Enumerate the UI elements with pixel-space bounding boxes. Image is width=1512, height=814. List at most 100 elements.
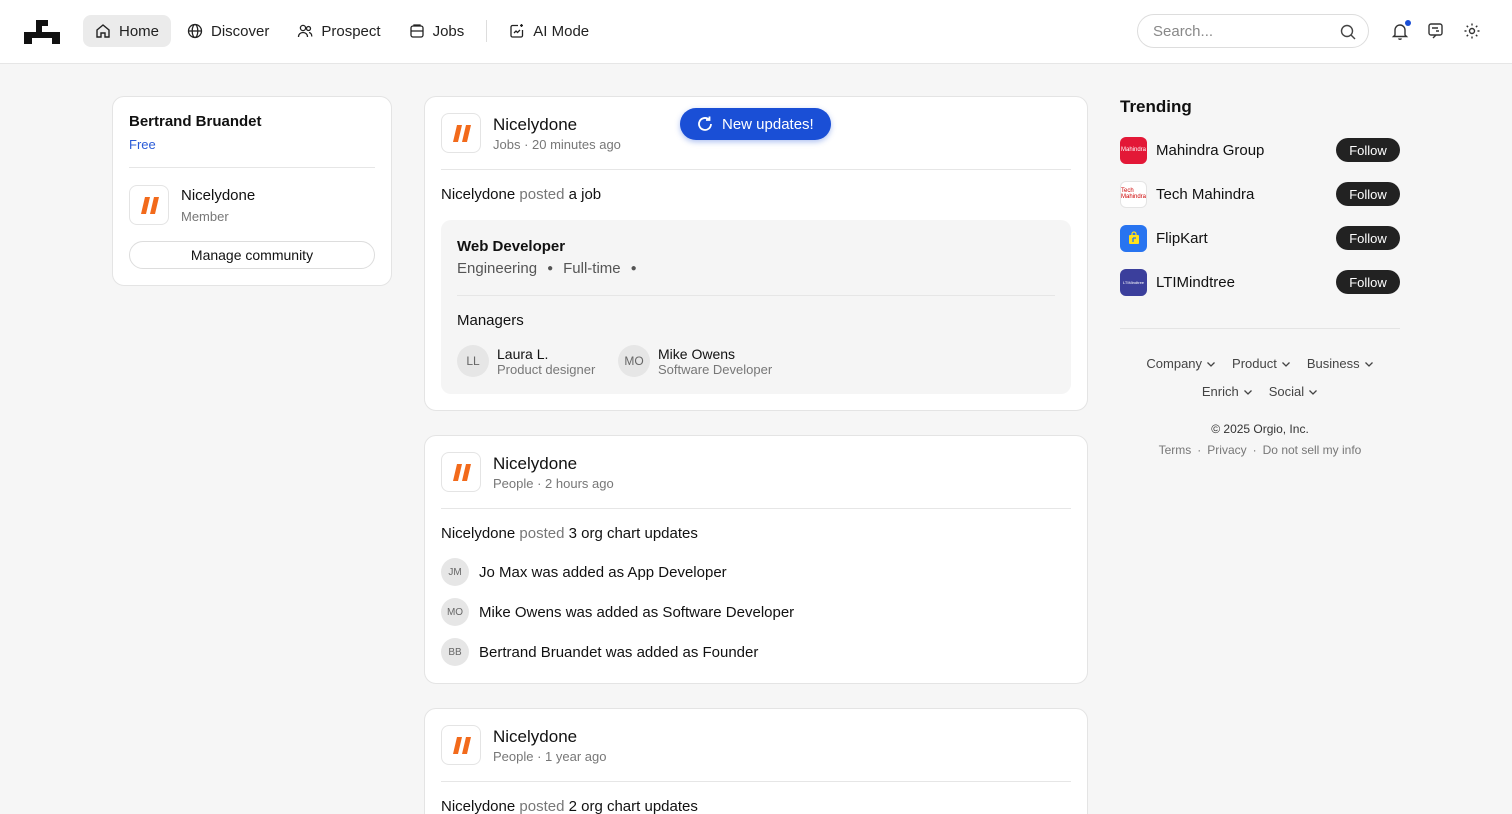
home-icon: [96, 24, 110, 38]
search-box[interactable]: [1137, 14, 1369, 48]
nav-prospect[interactable]: Prospect: [285, 15, 392, 47]
chat-switch-icon[interactable]: [1427, 22, 1445, 40]
trending-item[interactable]: FlipKart Follow: [1120, 224, 1400, 252]
post-author-logo[interactable]: [441, 725, 481, 765]
top-bar: Home Discover Prospect Jobs AI Mode: [0, 0, 1512, 64]
org-update-item[interactable]: JM Jo Max was added as App Developer: [441, 558, 727, 586]
nav-ai-mode[interactable]: AI Mode: [497, 15, 601, 47]
update-person-name[interactable]: Bertrand Bruandet: [479, 644, 602, 661]
post-summary: Nicelydone posted a job: [441, 186, 601, 203]
legal-separator: ·: [1197, 443, 1202, 457]
notification-dot: [1405, 20, 1411, 26]
gear-icon[interactable]: [1463, 22, 1481, 40]
trending-item[interactable]: LTIMindtree LTIMindtree Follow: [1120, 268, 1400, 296]
update-text: was added as Founder: [605, 643, 759, 661]
post-author-logo[interactable]: [441, 113, 481, 153]
company-name[interactable]: Mahindra Group: [1156, 142, 1264, 159]
job-divider: [457, 295, 1055, 296]
feed-post-job: Nicelydone Jobs · 20 minutes ago Nicelyd…: [424, 96, 1088, 411]
org-logo[interactable]: [129, 185, 169, 225]
update-person-name[interactable]: Jo Max: [479, 564, 527, 581]
post-divider: [441, 508, 1071, 509]
nav-home-label: Home: [119, 22, 160, 40]
job-title[interactable]: Web Developer: [457, 238, 565, 255]
update-text: was added as App Developer: [531, 563, 727, 581]
follow-button[interactable]: Follow: [1336, 138, 1400, 162]
feed-post-org-updates: Nicelydone People · 1 year ago Nicelydon…: [424, 708, 1088, 814]
nav-ai-mode-label: AI Mode: [533, 22, 590, 40]
do-not-sell-link[interactable]: Do not sell my info: [1263, 443, 1362, 457]
nav-home[interactable]: Home: [83, 15, 172, 47]
post-summary-author[interactable]: Nicelydone: [441, 186, 515, 203]
chevron-down-icon: [1243, 389, 1252, 395]
avatar: MO: [441, 598, 469, 626]
post-divider: [441, 169, 1071, 170]
post-divider: [441, 781, 1071, 782]
nav-discover-label: Discover: [211, 22, 270, 40]
footer-menu-company[interactable]: Company: [1146, 356, 1216, 371]
footer-menu-product[interactable]: Product: [1232, 356, 1291, 371]
avatar: MO: [618, 345, 650, 377]
tag-separator-dot: ●: [630, 263, 637, 274]
trending-item[interactable]: Tech Mahindra Tech Mahindra Follow: [1120, 180, 1400, 208]
company-name[interactable]: LTIMindtree: [1156, 274, 1235, 291]
post-summary: Nicelydone posted 3 org chart updates: [441, 525, 698, 542]
post-summary-author[interactable]: Nicelydone: [441, 525, 515, 542]
footer-menus-row: Company Product Business: [1120, 356, 1400, 371]
footer-menu-label: Social: [1268, 384, 1305, 399]
post-author-name[interactable]: Nicelydone: [493, 727, 577, 747]
manager-name: Mike Owens: [658, 345, 736, 362]
refresh-icon: [698, 116, 712, 131]
briefcase-icon: [409, 24, 424, 38]
profile-name[interactable]: Bertrand Bruandet: [129, 113, 262, 130]
job-card[interactable]: Web Developer Engineering ● Full-time ● …: [441, 220, 1071, 394]
manager-item[interactable]: MO Mike Owens Software Developer: [618, 345, 772, 377]
manager-role: Product designer: [497, 361, 596, 377]
new-updates-button[interactable]: New updates!: [680, 108, 831, 140]
avatar: LL: [457, 345, 489, 377]
trending-item[interactable]: Mahindra Mahindra Group Follow: [1120, 136, 1400, 164]
profile-card: Bertrand Bruandet Free Nicelydone Member…: [112, 96, 392, 286]
profile-plan[interactable]: Free: [129, 137, 156, 152]
company-name[interactable]: Tech Mahindra: [1156, 186, 1254, 203]
footer-menu-social[interactable]: Social: [1269, 384, 1318, 399]
feed-post-org-updates: Nicelydone People · 2 hours ago Nicelydo…: [424, 435, 1088, 684]
follow-button[interactable]: Follow: [1336, 226, 1400, 250]
update-person-name[interactable]: Mike Owens: [479, 604, 562, 621]
follow-button[interactable]: Follow: [1336, 182, 1400, 206]
manager-name: Laura L.: [497, 345, 549, 362]
copyright: © 2025 Orgio, Inc.: [1211, 422, 1309, 436]
search-icon[interactable]: [1340, 24, 1356, 40]
profile-org-name[interactable]: Nicelydone: [181, 187, 255, 204]
post-summary-author[interactable]: Nicelydone: [441, 798, 515, 814]
org-update-item[interactable]: MO Mike Owens was added as Software Deve…: [441, 598, 794, 626]
nicelydone-logo-icon: [453, 125, 471, 142]
post-author-name[interactable]: Nicelydone: [493, 454, 577, 474]
nav-jobs-label: Jobs: [432, 22, 465, 40]
nav-jobs[interactable]: Jobs: [397, 15, 477, 47]
footer-menu-enrich[interactable]: Enrich: [1202, 384, 1253, 399]
globe-icon: [187, 23, 203, 39]
manage-community-button[interactable]: Manage community: [129, 241, 375, 269]
search-input[interactable]: [1153, 23, 1333, 40]
nav-discover[interactable]: Discover: [175, 15, 281, 47]
org-update-item[interactable]: BB Bertrand Bruandet was added as Founde…: [441, 638, 758, 666]
company-logo: Mahindra: [1120, 136, 1147, 164]
post-author-name[interactable]: Nicelydone: [493, 115, 577, 135]
follow-button[interactable]: Follow: [1336, 270, 1400, 294]
terms-link[interactable]: Terms: [1159, 443, 1192, 457]
nav-separator: [486, 20, 488, 42]
privacy-link[interactable]: Privacy: [1207, 443, 1246, 457]
footer-menu-label: Product: [1232, 356, 1277, 371]
manager-role: Software Developer: [658, 361, 773, 377]
footer-menu-label: Enrich: [1201, 384, 1239, 399]
manager-item[interactable]: LL Laura L. Product designer: [457, 345, 595, 377]
company-name[interactable]: FlipKart: [1156, 230, 1208, 247]
footer-menu-business[interactable]: Business: [1307, 356, 1374, 371]
post-summary-verb: posted: [519, 186, 565, 203]
footer-menu-label: Company: [1146, 356, 1203, 371]
post-author-logo[interactable]: [441, 452, 481, 492]
profile-divider: [129, 167, 375, 168]
legal-separator: ·: [1252, 443, 1257, 457]
orgio-logo-icon[interactable]: [24, 20, 60, 44]
